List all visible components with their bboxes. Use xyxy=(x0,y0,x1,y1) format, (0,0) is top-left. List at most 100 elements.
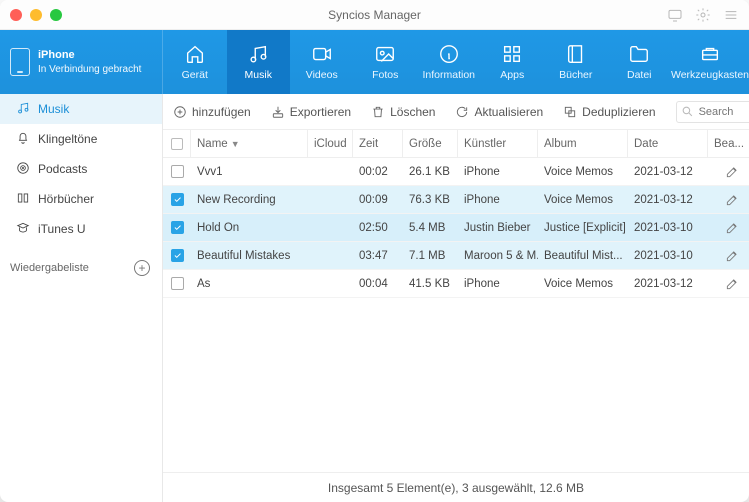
phone-icon xyxy=(10,48,30,76)
row-checkbox[interactable] xyxy=(171,165,184,178)
col-zeit[interactable]: Zeit xyxy=(353,130,403,157)
tab-datei[interactable]: Datei xyxy=(608,30,672,94)
cell-album: Justice [Explicit] xyxy=(538,214,628,241)
table-row[interactable]: Vvv100:0226.1 KBiPhoneVoice Memos2021-03… xyxy=(163,158,749,186)
settings-icon[interactable] xyxy=(695,7,711,23)
row-checkbox[interactable] xyxy=(171,221,184,234)
cell-zeit: 00:09 xyxy=(353,186,403,213)
sidebar-item-itunesu[interactable]: iTunes U xyxy=(0,214,162,244)
add-playlist-button[interactable]: + xyxy=(134,260,150,276)
menu-icon[interactable] xyxy=(723,7,739,23)
cell-icloud xyxy=(308,214,353,241)
cell-icloud xyxy=(308,186,353,213)
export-button[interactable]: Exportieren xyxy=(271,105,351,119)
col-size[interactable]: Größe xyxy=(403,130,458,157)
tab-label: Apps xyxy=(500,69,524,81)
cell-date: 2021-03-10 xyxy=(628,214,708,241)
cell-size: 7.1 MB xyxy=(403,242,458,269)
hoerb-icon xyxy=(16,191,30,208)
klingel-icon xyxy=(16,131,30,148)
tab-label: Werkzeugkasten xyxy=(671,69,749,81)
edit-icon[interactable] xyxy=(725,249,739,263)
tab-label: Bücher xyxy=(559,69,592,81)
sidebar-item-label: iTunes U xyxy=(38,222,86,236)
tab-apps[interactable]: Apps xyxy=(481,30,545,94)
sidebar-item-label: Musik xyxy=(38,102,69,116)
search-icon xyxy=(681,105,694,118)
cell-date: 2021-03-12 xyxy=(628,158,708,185)
cell-name: Beautiful Mistakes xyxy=(191,242,308,269)
tab-label: Fotos xyxy=(372,69,398,81)
cell-name: As xyxy=(191,270,308,297)
playlist-section: Wiedergabeliste + xyxy=(0,252,162,284)
delete-button[interactable]: Löschen xyxy=(371,105,435,119)
table-body: Vvv100:0226.1 KBiPhoneVoice Memos2021-03… xyxy=(163,158,749,472)
itunesu-icon xyxy=(16,221,30,238)
table-row[interactable]: Beautiful Mistakes03:477.1 MBMaroon 5 & … xyxy=(163,242,749,270)
titlebar: Syncios Manager xyxy=(0,0,749,30)
cell-date: 2021-03-12 xyxy=(628,186,708,213)
row-checkbox[interactable] xyxy=(171,277,184,290)
tab-label: Musik xyxy=(245,69,272,81)
sidebar-item-label: Hörbücher xyxy=(38,192,94,206)
cell-zeit: 00:02 xyxy=(353,158,403,185)
col-name[interactable]: Name▼ xyxy=(191,130,308,157)
sidebar-item-musik[interactable]: Musik xyxy=(0,94,162,124)
cell-artist: Justin Bieber xyxy=(458,214,538,241)
cell-album: Voice Memos xyxy=(538,158,628,185)
device-name: iPhone xyxy=(38,48,141,62)
cell-artist: iPhone xyxy=(458,158,538,185)
tab-info[interactable]: Information xyxy=(417,30,481,94)
row-checkbox[interactable] xyxy=(171,249,184,262)
cell-artist: Maroon 5 & M... xyxy=(458,242,538,269)
dedup-button[interactable]: Deduplizieren xyxy=(563,105,655,119)
edit-icon[interactable] xyxy=(725,165,739,179)
tab-musik[interactable]: Musik xyxy=(227,30,291,94)
cell-album: Voice Memos xyxy=(538,270,628,297)
tab-label: Videos xyxy=(306,69,338,81)
tab-geraet[interactable]: Gerät xyxy=(163,30,227,94)
cell-zeit: 00:04 xyxy=(353,270,403,297)
add-button[interactable]: hinzufügen xyxy=(173,105,251,119)
edit-icon[interactable] xyxy=(725,221,739,235)
content-area: hinzufügen Exportieren Löschen Aktualisi… xyxy=(163,94,749,502)
cell-name: Hold On xyxy=(191,214,308,241)
cell-artist: iPhone xyxy=(458,186,538,213)
col-action[interactable]: Bea... xyxy=(708,130,749,157)
sidebar-item-podcasts[interactable]: Podcasts xyxy=(0,154,162,184)
device-panel[interactable]: iPhone In Verbindung gebracht xyxy=(0,30,163,94)
table-row[interactable]: Hold On02:505.4 MBJustin BieberJustice [… xyxy=(163,214,749,242)
col-artist[interactable]: Künstler xyxy=(458,130,538,157)
refresh-button[interactable]: Aktualisieren xyxy=(455,105,543,119)
sidebar-item-klingel[interactable]: Klingeltöne xyxy=(0,124,162,154)
tab-fotos[interactable]: Fotos xyxy=(354,30,418,94)
tab-tools[interactable]: Werkzeugkasten xyxy=(671,30,749,94)
app-window: Syncios Manager iPhone In Verbindung geb… xyxy=(0,0,749,502)
cell-album: Beautiful Mist... xyxy=(538,242,628,269)
podcasts-icon xyxy=(16,161,30,178)
table-header: Name▼ iCloud Zeit Größe Künstler Album D… xyxy=(163,130,749,158)
table-row[interactable]: New Recording00:0976.3 KBiPhoneVoice Mem… xyxy=(163,186,749,214)
tab-label: Datei xyxy=(627,69,652,81)
cell-album: Voice Memos xyxy=(538,186,628,213)
sidebar-item-hoerb[interactable]: Hörbücher xyxy=(0,184,162,214)
tab-videos[interactable]: Videos xyxy=(290,30,354,94)
sidebar-item-label: Podcasts xyxy=(38,162,87,176)
cell-date: 2021-03-12 xyxy=(628,270,708,297)
tab-label: Information xyxy=(422,69,475,81)
row-checkbox[interactable] xyxy=(171,193,184,206)
cell-icloud xyxy=(308,158,353,185)
tab-label: Gerät xyxy=(182,69,208,81)
feedback-icon[interactable] xyxy=(667,7,683,23)
cell-name: New Recording xyxy=(191,186,308,213)
table-row[interactable]: As00:0441.5 KBiPhoneVoice Memos2021-03-1… xyxy=(163,270,749,298)
edit-icon[interactable] xyxy=(725,193,739,207)
edit-icon[interactable] xyxy=(725,277,739,291)
select-all-checkbox[interactable] xyxy=(171,138,183,150)
col-icloud[interactable]: iCloud xyxy=(308,130,353,157)
cell-icloud xyxy=(308,242,353,269)
tab-buecher[interactable]: Bücher xyxy=(544,30,608,94)
col-album[interactable]: Album xyxy=(538,130,628,157)
col-date[interactable]: Date xyxy=(628,130,708,157)
sort-arrow-icon: ▼ xyxy=(231,139,240,149)
